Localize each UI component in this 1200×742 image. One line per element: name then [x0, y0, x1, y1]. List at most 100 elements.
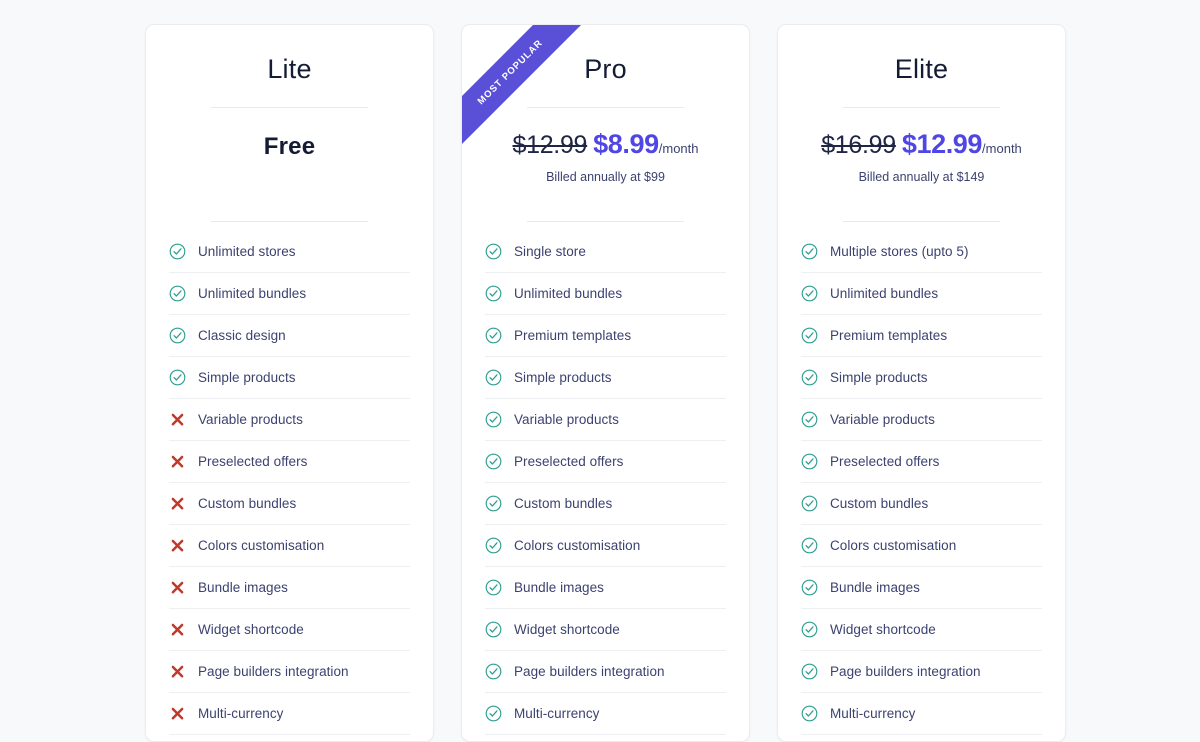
feature-row: Variable products: [801, 399, 1042, 441]
feature-label: Bundle images: [830, 580, 920, 595]
feature-label: Single store: [514, 244, 586, 259]
check-circle-icon: [485, 243, 502, 260]
plan-name: Elite: [894, 54, 949, 84]
price-divider: [527, 221, 684, 222]
feature-row: Simple products: [801, 357, 1042, 399]
check-circle-icon: [485, 663, 502, 680]
feature-list: Single store Unlimited bundles Premium tem…: [462, 231, 749, 735]
cross-icon: [169, 453, 186, 470]
feature-label: Classic design: [198, 328, 286, 343]
price-divider: [843, 221, 1000, 222]
feature-row: Multiple stores (upto 5): [801, 231, 1042, 273]
feature-row: Page builders integration: [485, 651, 726, 693]
feature-row: Single store: [485, 231, 726, 273]
check-circle-icon: [801, 327, 818, 344]
price-original: $12.99: [512, 131, 588, 159]
price-original: $16.99: [821, 131, 896, 159]
feature-row: Preselected offers: [801, 441, 1042, 483]
check-circle-icon: [485, 579, 502, 596]
feature-label: Widget shortcode: [830, 622, 936, 637]
feature-label: Widget shortcode: [198, 622, 304, 637]
plan-name: Pro: [584, 54, 627, 84]
feature-label: Page builders integration: [198, 664, 349, 679]
pricing-card-lite[interactable]: Lite Free Unlimited stores Unlimited bundle…: [145, 24, 434, 742]
feature-row: Widget shortcode: [801, 609, 1042, 651]
pricing-card-elite[interactable]: Elite $16.99 $12.99/month Billed annually a…: [777, 24, 1066, 742]
check-circle-icon: [801, 285, 818, 302]
feature-row: Simple products: [485, 357, 726, 399]
feature-row: Widget shortcode: [485, 609, 726, 651]
check-circle-icon: [801, 537, 818, 554]
plan-name: Lite: [267, 54, 312, 84]
price-block: $16.99 $12.99/month Billed annually at $14…: [778, 108, 1065, 199]
feature-row: Preselected offers: [485, 441, 726, 483]
feature-row: Simple products: [169, 357, 410, 399]
feature-row: Page builders integration: [801, 651, 1042, 693]
feature-row: Preselected offers: [169, 441, 410, 483]
check-circle-icon: [485, 705, 502, 722]
feature-label: Preselected offers: [514, 454, 624, 469]
check-circle-icon: [169, 327, 186, 344]
feature-label: Simple products: [198, 370, 296, 385]
billing-note: Billed annually at $149: [858, 170, 985, 184]
price-block: $12.99 $8.99/month Billed annually at $99: [462, 108, 749, 199]
feature-label: Premium templates: [830, 328, 948, 343]
feature-label: Unlimited bundles: [198, 286, 307, 301]
feature-label: Bundle images: [514, 580, 604, 595]
feature-label: Custom bundles: [830, 496, 929, 511]
feature-row: Premium templates: [485, 315, 726, 357]
feature-label: Preselected offers: [830, 454, 940, 469]
feature-row: Variable products: [485, 399, 726, 441]
check-circle-icon: [801, 453, 818, 470]
check-circle-icon: [485, 621, 502, 638]
price-divider: [211, 221, 368, 222]
check-circle-icon: [801, 621, 818, 638]
price-period: /month: [658, 141, 699, 156]
feature-list: Unlimited stores Unlimited bundles Classic…: [146, 231, 433, 735]
feature-row: Bundle images: [169, 567, 410, 609]
feature-row: Custom bundles: [801, 483, 1042, 525]
check-circle-icon: [801, 411, 818, 428]
feature-label: Premium templates: [514, 328, 632, 343]
pricing-table: Lite Free Unlimited stores Unlimited bundle…: [0, 0, 1200, 742]
feature-label: Unlimited bundles: [514, 286, 623, 301]
pricing-card-list: Lite Free Unlimited stores Unlimited bundle…: [145, 24, 1066, 742]
feature-label: Page builders integration: [830, 664, 981, 679]
feature-label: Colors customisation: [514, 538, 641, 553]
check-circle-icon: [485, 327, 502, 344]
feature-row: Classic design: [169, 315, 410, 357]
check-circle-icon: [485, 495, 502, 512]
feature-label: Unlimited bundles: [830, 286, 939, 301]
feature-label: Variable products: [514, 412, 619, 427]
check-circle-icon: [801, 705, 818, 722]
feature-row: Premium templates: [801, 315, 1042, 357]
feature-label: Variable products: [830, 412, 935, 427]
feature-label: Bundle images: [198, 580, 288, 595]
feature-row: Unlimited bundles: [169, 273, 410, 315]
billing-note: Billed annually at $99: [546, 170, 665, 184]
feature-row: Multi-currency: [485, 693, 726, 735]
check-circle-icon: [801, 243, 818, 260]
feature-list: Multiple stores (upto 5) Unlimited bundle…: [778, 231, 1065, 735]
check-circle-icon: [801, 663, 818, 680]
feature-label: Preselected offers: [198, 454, 308, 469]
feature-label: Multi-currency: [514, 706, 600, 721]
check-circle-icon: [169, 243, 186, 260]
feature-label: Colors customisation: [830, 538, 957, 553]
check-circle-icon: [801, 369, 818, 386]
feature-label: Custom bundles: [514, 496, 613, 511]
cross-icon: [169, 621, 186, 638]
check-circle-icon: [801, 579, 818, 596]
feature-row: Bundle images: [485, 567, 726, 609]
feature-row: Widget shortcode: [169, 609, 410, 651]
feature-label: Colors customisation: [198, 538, 325, 553]
pricing-card-pro[interactable]: Most popular Pro $12.99 $8.99/month Billed a…: [461, 24, 750, 742]
feature-label: Multi-currency: [830, 706, 916, 721]
check-circle-icon: [485, 537, 502, 554]
price-block: Free: [146, 108, 433, 199]
check-circle-icon: [169, 285, 186, 302]
check-circle-icon: [801, 495, 818, 512]
cross-icon: [169, 411, 186, 428]
feature-row: Colors customisation: [485, 525, 726, 567]
feature-row: Colors customisation: [801, 525, 1042, 567]
